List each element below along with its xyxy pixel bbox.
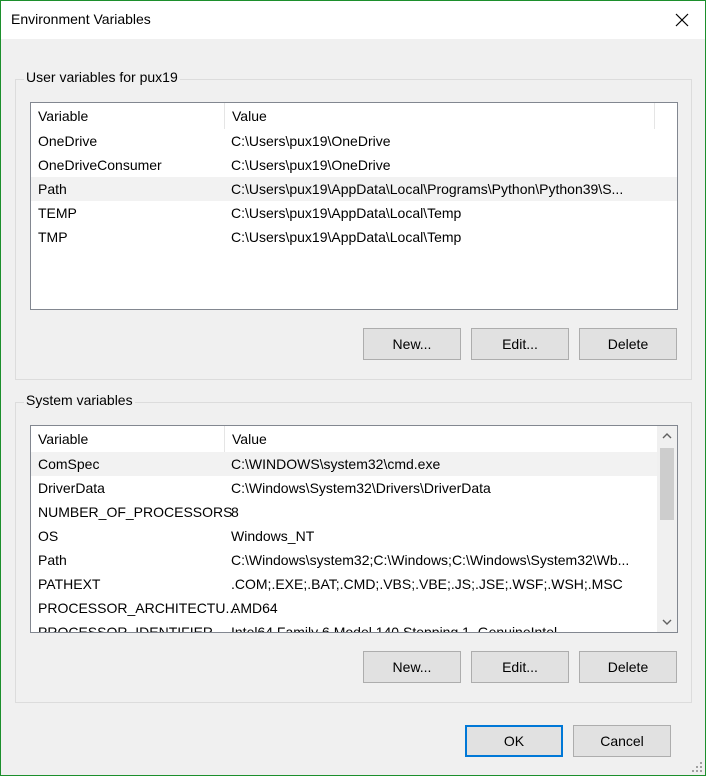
system-col-value[interactable]: Value <box>225 426 655 452</box>
user-row-variable: OneDrive <box>38 133 98 149</box>
close-icon <box>675 13 689 27</box>
system-new-button[interactable]: New... <box>363 651 461 683</box>
system-row-variable: DriverData <box>38 480 105 496</box>
system-list-scrollbar[interactable] <box>657 426 677 632</box>
chevron-up-icon <box>662 433 672 439</box>
user-row-value: C:\Users\pux19\OneDrive <box>231 133 391 149</box>
user-rows: OneDrive C:\Users\pux19\OneDrive OneDriveC… <box>31 129 677 249</box>
system-row-value: AMD64 <box>231 600 278 616</box>
user-row-variable: Path <box>38 181 67 197</box>
user-col-variable[interactable]: Variable <box>31 103 225 129</box>
user-row-variable: TEMP <box>38 205 77 221</box>
user-row-value: C:\Users\pux19\AppData\Local\Programs\Py… <box>231 181 624 197</box>
user-row-variable: OneDriveConsumer <box>38 157 162 173</box>
system-row-value: Intel64 Family 6 Model 140 Stepping 1, G… <box>231 624 558 633</box>
user-row-value: C:\Users\pux19\OneDrive <box>231 157 391 173</box>
environment-variables-dialog: Environment Variables User variables for… <box>0 0 706 776</box>
system-row-variable: PROCESSOR_ARCHITECTU... <box>38 600 238 616</box>
system-variables-label: System variables <box>24 392 135 408</box>
system-row[interactable]: Path C:\Windows\system32;C:\Windows;C:\Wi… <box>31 548 657 572</box>
user-list-header: Variable Value <box>31 103 677 129</box>
scroll-down-button[interactable] <box>657 612 677 632</box>
user-new-button[interactable]: New... <box>363 328 461 360</box>
system-col-variable[interactable]: Variable <box>31 426 225 452</box>
user-row[interactable]: OneDrive C:\Users\pux19\OneDrive <box>31 129 677 153</box>
system-variables-list[interactable]: Variable Value ComSpec C:\WINDOWS\system3… <box>30 425 678 633</box>
user-row[interactable]: TEMP C:\Users\pux19\AppData\Local\Temp <box>31 201 677 225</box>
ok-button[interactable]: OK <box>465 725 563 757</box>
system-list-header: Variable Value <box>31 426 657 452</box>
system-row-value: C:\WINDOWS\system32\cmd.exe <box>231 456 441 472</box>
cancel-button[interactable]: Cancel <box>573 725 671 757</box>
system-row-variable: ComSpec <box>38 456 100 472</box>
user-edit-button[interactable]: Edit... <box>471 328 569 360</box>
system-row-value: .COM;.EXE;.BAT;.CMD;.VBS;.VBE;.JS;.JSE;.… <box>231 576 623 592</box>
user-variables-group: User variables for pux19 Variable Value … <box>15 69 692 380</box>
user-row-variable: TMP <box>38 229 68 245</box>
user-row-value: C:\Users\pux19\AppData\Local\Temp <box>231 205 462 221</box>
close-button[interactable] <box>659 1 705 39</box>
system-delete-button[interactable]: Delete <box>579 651 677 683</box>
user-row-value: C:\Users\pux19\AppData\Local\Temp <box>231 229 462 245</box>
title-bar[interactable]: Environment Variables <box>1 1 705 39</box>
system-row-value: C:\Windows\system32;C:\Windows;C:\Window… <box>231 552 630 568</box>
resize-grip-icon[interactable] <box>691 761 703 773</box>
window-title: Environment Variables <box>11 11 151 27</box>
system-row-value: Windows_NT <box>231 528 315 544</box>
scroll-thumb[interactable] <box>660 448 674 520</box>
system-row[interactable]: PROCESSOR_ARCHITECTU... AMD64 <box>31 596 657 620</box>
system-row-variable: NUMBER_OF_PROCESSORS <box>38 504 233 520</box>
user-delete-button[interactable]: Delete <box>579 328 677 360</box>
scroll-up-button[interactable] <box>657 426 677 446</box>
user-row[interactable]: Path C:\Users\pux19\AppData\Local\Program… <box>31 177 677 201</box>
system-row-variable: Path <box>38 552 67 568</box>
system-row-variable: PROCESSOR_IDENTIFIER <box>38 624 214 633</box>
chevron-down-icon <box>662 619 672 625</box>
system-row-variable: PATHEXT <box>38 576 101 592</box>
system-row-variable: OS <box>38 528 59 544</box>
system-rows: ComSpec C:\WINDOWS\system32\cmd.exe Driver… <box>31 452 657 633</box>
system-row[interactable]: PATHEXT .COM;.EXE;.BAT;.CMD;.VBS;.VBE;.JS… <box>31 572 657 596</box>
user-variables-list[interactable]: Variable Value OneDrive C:\Users\pux19\On… <box>30 102 678 310</box>
system-row[interactable]: ComSpec C:\WINDOWS\system32\cmd.exe <box>31 452 657 476</box>
system-row[interactable]: DriverData C:\Windows\System32\Drivers\Dr… <box>31 476 657 500</box>
system-row[interactable]: OS Windows_NT <box>31 524 657 548</box>
user-row[interactable]: TMP C:\Users\pux19\AppData\Local\Temp <box>31 225 677 249</box>
user-col-value[interactable]: Value <box>225 103 655 129</box>
system-row-value: 8 <box>231 504 239 520</box>
system-row-value: C:\Windows\System32\Drivers\DriverData <box>231 480 491 496</box>
system-variables-group: System variables Variable Value ComSpec C… <box>15 392 692 703</box>
user-row[interactable]: OneDriveConsumer C:\Users\pux19\OneDrive <box>31 153 677 177</box>
system-edit-button[interactable]: Edit... <box>471 651 569 683</box>
system-row[interactable]: PROCESSOR_IDENTIFIER Intel64 Family 6 Mod… <box>31 620 657 633</box>
user-variables-label: User variables for pux19 <box>24 69 180 85</box>
system-row[interactable]: NUMBER_OF_PROCESSORS 8 <box>31 500 657 524</box>
